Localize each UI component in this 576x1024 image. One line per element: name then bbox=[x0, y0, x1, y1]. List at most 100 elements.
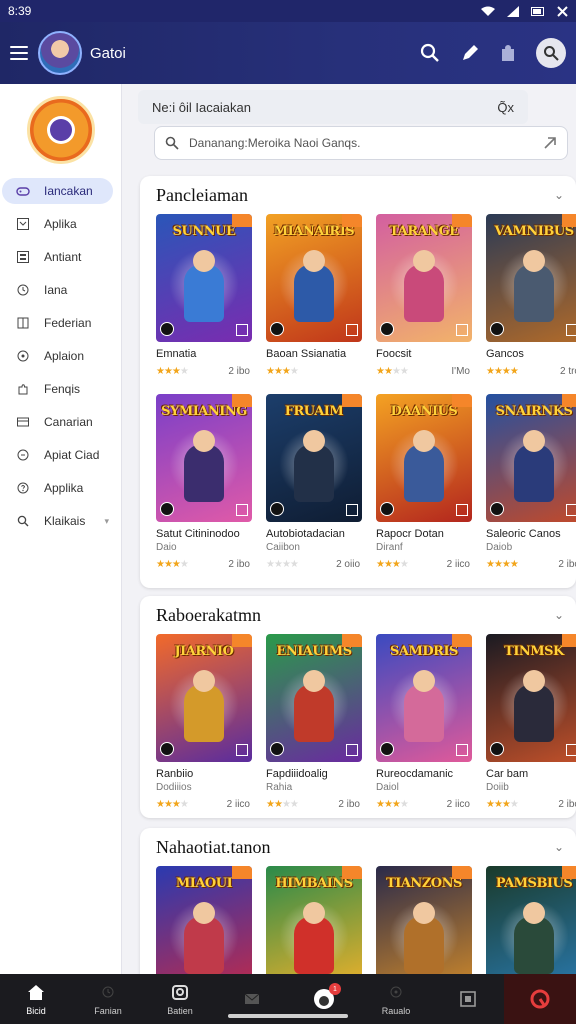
search-icon[interactable] bbox=[420, 43, 440, 63]
section: Pancleiaman ⌄ SUNNUE Emnatia ★★★★ 2 ibo MIANAI… bbox=[140, 176, 576, 588]
clear-icon[interactable] bbox=[543, 136, 557, 150]
star-rating: ★★★★ bbox=[156, 799, 189, 810]
platform-icon bbox=[160, 322, 174, 336]
book-icon bbox=[16, 316, 30, 330]
avatar[interactable] bbox=[38, 31, 82, 75]
game-cover-art[interactable]: VAMNIBUS bbox=[486, 214, 576, 342]
sidebar-item[interactable]: Antiant bbox=[2, 244, 113, 270]
sidebar-item[interactable]: Aplaion bbox=[2, 343, 113, 369]
game-meta: ★★★★ 2 iico bbox=[376, 559, 472, 570]
cover-character-head bbox=[193, 902, 215, 924]
game-grid-row: SUNNUE Emnatia ★★★★ 2 ibo MIANAIRIS Baoan Ssi… bbox=[140, 214, 576, 394]
game-card[interactable]: TARANGE Foocsit ★★★★ I'Mo bbox=[376, 214, 472, 394]
sidebar-item[interactable]: Apiat Ciad bbox=[2, 442, 113, 468]
game-card[interactable]: MIAOUI bbox=[156, 866, 252, 974]
game-cover-art[interactable]: SAMDRIS bbox=[376, 634, 472, 762]
sidebar-item[interactable]: Canarian bbox=[2, 409, 113, 435]
game-grid-row: SYMIANING Satut Citininodoo Daio ★★★★ 2 ibo F… bbox=[140, 394, 576, 574]
game-size: 2 iico bbox=[446, 559, 470, 570]
pen-icon[interactable] bbox=[460, 43, 480, 63]
sidebar-item[interactable]: Iancakan bbox=[2, 178, 113, 204]
game-card[interactable]: HIMBAINS bbox=[266, 866, 362, 974]
game-cover-art[interactable]: TINMSK bbox=[486, 634, 576, 762]
game-subtitle: Daiob bbox=[486, 542, 513, 553]
game-card[interactable]: MIANAIRIS Baoan Ssianatia ★★★★ bbox=[266, 214, 362, 394]
game-cover-art[interactable]: MIAOUI bbox=[156, 866, 252, 974]
cover-badge bbox=[232, 866, 252, 879]
search-input[interactable]: Dananang:Meroika Naoi Ganqs. bbox=[154, 126, 568, 160]
game-cover-art[interactable]: SYMIANING bbox=[156, 394, 252, 522]
help-icon bbox=[16, 481, 30, 495]
game-card[interactable]: ENIAUIMS Fapdiiidoalig Rahia ★★★★ 2 ibo bbox=[266, 634, 362, 814]
cover-badge bbox=[232, 634, 252, 647]
game-cover-art[interactable]: FRUAIM bbox=[266, 394, 362, 522]
game-cover-art[interactable]: TIANZONS bbox=[376, 866, 472, 974]
sidebar: Iancakan Aplika Antiant Iana Federian Aplaion… bbox=[0, 84, 122, 974]
game-size: 2 oiio bbox=[336, 559, 360, 570]
chevron-down-icon[interactable]: ⌄ bbox=[554, 840, 564, 855]
bottom-nav-label: Bicid bbox=[26, 1006, 46, 1016]
game-cover-art[interactable]: PAMSBIUS bbox=[486, 866, 576, 974]
sidebar-item[interactable]: Applika bbox=[2, 475, 113, 501]
sidebar-item[interactable]: Aplika bbox=[2, 211, 113, 237]
game-cover-art[interactable]: ENIAUIMS bbox=[266, 634, 362, 762]
bottom-nav-item[interactable]: Batien bbox=[144, 974, 216, 1024]
game-cover-art[interactable]: TARANGE bbox=[376, 214, 472, 342]
cover-badge bbox=[342, 866, 362, 879]
game-card[interactable]: SAMDRIS Rureocdamanic Daiol ★★★★ 2 iico bbox=[376, 634, 472, 814]
star-rating: ★★★★ bbox=[486, 366, 519, 377]
suggestion-text: Ne:i ôil Iacaiakan bbox=[152, 99, 251, 115]
cover-character bbox=[514, 684, 554, 742]
section-header: Pancleiaman ⌄ bbox=[140, 176, 576, 214]
chevron-down-icon[interactable]: ⌄ bbox=[554, 188, 564, 203]
section-title: Pancleiaman bbox=[156, 184, 248, 205]
game-cover-art[interactable]: SUNNUE bbox=[156, 214, 252, 342]
sidebar-item[interactable]: Klaikais ▾ bbox=[2, 508, 113, 534]
cover-character bbox=[294, 684, 334, 742]
game-cover-art[interactable]: SNAIRNKS bbox=[486, 394, 576, 522]
chevron-down-icon[interactable]: ⌄ bbox=[554, 608, 564, 623]
cover-character bbox=[404, 264, 444, 322]
game-cover-art[interactable]: DAANIUS bbox=[376, 394, 472, 522]
platform-icon bbox=[270, 502, 284, 516]
sidebar-item[interactable]: Iana bbox=[2, 277, 113, 303]
game-card[interactable]: TIANZONS bbox=[376, 866, 472, 974]
suggestion-bar[interactable]: Ne:i ôil Iacaiakan Q̃x bbox=[138, 90, 528, 124]
puzzle-icon[interactable] bbox=[500, 44, 516, 62]
chat-icon bbox=[16, 448, 30, 462]
game-cover-art[interactable]: MIANAIRIS bbox=[266, 214, 362, 342]
suggestion-shortcut: Q̃x bbox=[497, 99, 514, 115]
sidebar-item-label: Fenqis bbox=[44, 382, 81, 396]
game-cover-art[interactable]: HIMBAINS bbox=[266, 866, 362, 974]
bottom-nav-item[interactable]: Fanian bbox=[72, 974, 144, 1024]
menu-icon[interactable] bbox=[10, 46, 28, 60]
game-subtitle: Daiol bbox=[376, 782, 399, 793]
game-subtitle: Dodiiios bbox=[156, 782, 192, 793]
bottom-nav-item[interactable] bbox=[504, 974, 576, 1024]
game-card[interactable]: JIARNIO Ranbiio Dodiiios ★★★★ 2 iico bbox=[156, 634, 252, 814]
cover-character bbox=[184, 916, 224, 974]
game-card[interactable]: DAANIUS Rapocr Dotan Diranf ★★★★ 2 iico bbox=[376, 394, 472, 574]
app-bar: Gatoi bbox=[0, 22, 576, 84]
game-card[interactable]: SUNNUE Emnatia ★★★★ 2 ibo bbox=[156, 214, 252, 394]
bottom-nav-item[interactable]: Raualo bbox=[360, 974, 432, 1024]
game-card[interactable]: SNAIRNKS Saleoric Canos Daiob ★★★★ 2 ibo bbox=[486, 394, 576, 574]
star-rating: ★★★★ bbox=[376, 559, 409, 570]
profile-search-button[interactable] bbox=[536, 38, 566, 68]
bottom-nav-label: Fanian bbox=[94, 1006, 122, 1016]
game-card[interactable]: FRUAIM Autobiotadacian Caiibon ★★★★ 2 oiio bbox=[266, 394, 362, 574]
rating-icon bbox=[236, 744, 248, 756]
download-icon bbox=[457, 989, 479, 1009]
game-card[interactable]: VAMNIBUS Gancos ★★★★ 2 tro bbox=[486, 214, 576, 394]
bottom-nav-item[interactable]: Bicid bbox=[0, 974, 72, 1024]
game-card[interactable]: PAMSBIUS bbox=[486, 866, 576, 974]
game-card[interactable]: TINMSK Car bam Doiib ★★★★ 2 ibo bbox=[486, 634, 576, 814]
sidebar-item[interactable]: Fenqis bbox=[2, 376, 113, 402]
sidebar-item[interactable]: Federian bbox=[2, 310, 113, 336]
bottom-nav-item[interactable] bbox=[432, 974, 504, 1024]
game-cover-art[interactable]: JIARNIO bbox=[156, 634, 252, 762]
game-title: Gancos bbox=[486, 348, 524, 360]
game-size: 2 iico bbox=[446, 799, 470, 810]
game-card[interactable]: SYMIANING Satut Citininodoo Daio ★★★★ 2 ibo bbox=[156, 394, 252, 574]
rating-icon bbox=[346, 504, 358, 516]
